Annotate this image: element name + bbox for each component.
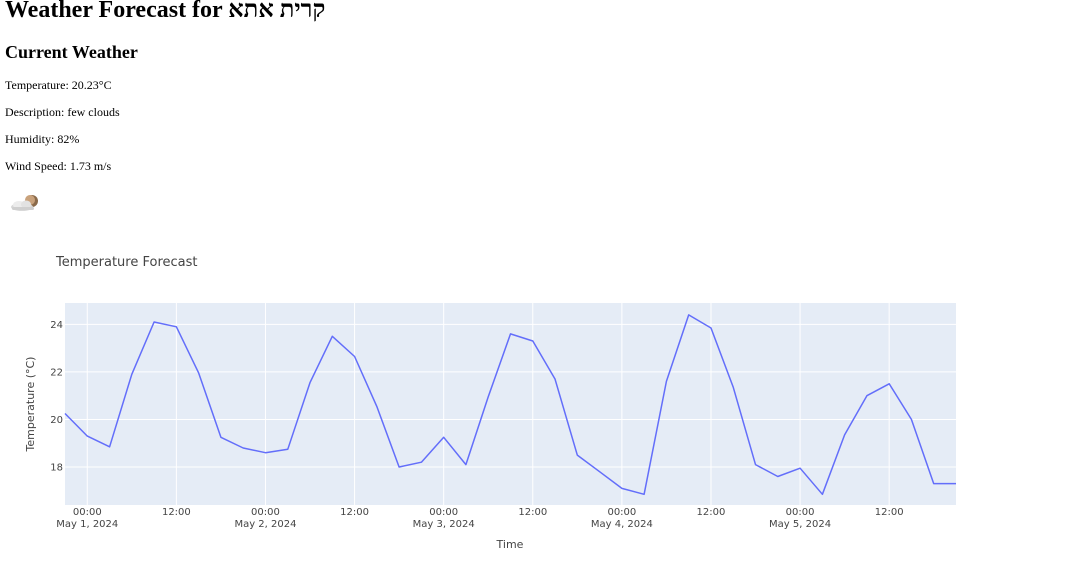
y-tick-label: 22 xyxy=(50,367,63,378)
data-point xyxy=(843,433,847,437)
description-text: Description: few clouds xyxy=(5,105,120,119)
data-point xyxy=(375,404,379,408)
data-point xyxy=(353,354,357,358)
y-tick-labels: 18 20 22 24 xyxy=(50,320,63,474)
data-point xyxy=(63,412,67,416)
data-point xyxy=(575,453,579,457)
y-tick-label: 20 xyxy=(50,415,63,426)
x-tick-label: 00:00 xyxy=(73,507,102,518)
y-tick-label: 24 xyxy=(50,320,63,331)
page-title: Weather Forecast for קרית אתא xyxy=(5,0,326,23)
x-tick-label: 00:00 xyxy=(251,507,280,518)
humidity-text: Humidity: 82% xyxy=(5,132,80,146)
data-point xyxy=(130,372,134,376)
data-point xyxy=(709,326,713,330)
data-point xyxy=(263,451,267,455)
x-tick-label: 00:00 xyxy=(429,507,458,518)
data-point xyxy=(152,320,156,324)
data-point xyxy=(664,379,668,383)
data-point xyxy=(820,492,824,496)
x-tick-label: 12:00 xyxy=(518,507,547,518)
data-point xyxy=(598,470,602,474)
data-point xyxy=(731,385,735,389)
data-point xyxy=(219,435,223,439)
data-point xyxy=(197,371,201,375)
data-point xyxy=(954,482,958,486)
x-tick-label: 12:00 xyxy=(875,507,904,518)
data-point xyxy=(798,466,802,470)
data-point xyxy=(397,465,401,469)
wind-speed-text: Wind Speed: 1.73 m/s xyxy=(5,159,112,173)
data-point xyxy=(308,381,312,385)
data-point xyxy=(531,339,535,343)
x-tick-date-label: May 2, 2024 xyxy=(234,519,296,530)
few-clouds-night-icon xyxy=(11,195,38,211)
x-tick-date-label: May 4, 2024 xyxy=(591,519,653,530)
data-point xyxy=(241,446,245,450)
data-point xyxy=(464,463,468,467)
data-point xyxy=(108,445,112,449)
data-point xyxy=(909,417,913,421)
y-tick-label: 18 xyxy=(50,462,63,473)
x-tick-label: 12:00 xyxy=(340,507,369,518)
data-point xyxy=(776,474,780,478)
x-tick-label: 00:00 xyxy=(786,507,815,518)
data-point xyxy=(286,447,290,451)
x-tick-date-label: May 5, 2024 xyxy=(769,519,831,530)
current-weather-heading: Current Weather xyxy=(5,42,138,62)
data-point xyxy=(85,434,89,438)
data-point xyxy=(509,332,513,336)
data-point xyxy=(442,435,446,439)
data-point xyxy=(620,486,624,490)
x-axis-label: Time xyxy=(496,538,524,551)
data-point xyxy=(330,334,334,338)
data-point xyxy=(553,377,557,381)
x-tick-label: 00:00 xyxy=(607,507,636,518)
data-point xyxy=(486,395,490,399)
x-tick-labels: 00:00May 1, 202412:00 00:00May 2, 202412:… xyxy=(56,507,903,530)
data-point xyxy=(754,463,758,467)
temperature-text: Temperature: 20.23°C xyxy=(5,78,112,92)
x-tick-label: 12:00 xyxy=(697,507,726,518)
temperature-chart: Temperature Forecast 18202224 00:00May 1… xyxy=(24,255,958,551)
data-point xyxy=(642,492,646,496)
data-point xyxy=(865,394,869,398)
chart-title: Temperature Forecast xyxy=(55,255,198,270)
x-tick-date-label: May 3, 2024 xyxy=(413,519,475,530)
data-point xyxy=(887,382,891,386)
data-point xyxy=(174,325,178,329)
data-point xyxy=(932,482,936,486)
data-point xyxy=(687,313,691,317)
data-point xyxy=(419,460,423,464)
x-tick-label: 12:00 xyxy=(162,507,191,518)
y-axis-label: Temperature (°C) xyxy=(24,357,37,453)
x-tick-date-label: May 1, 2024 xyxy=(56,519,118,530)
